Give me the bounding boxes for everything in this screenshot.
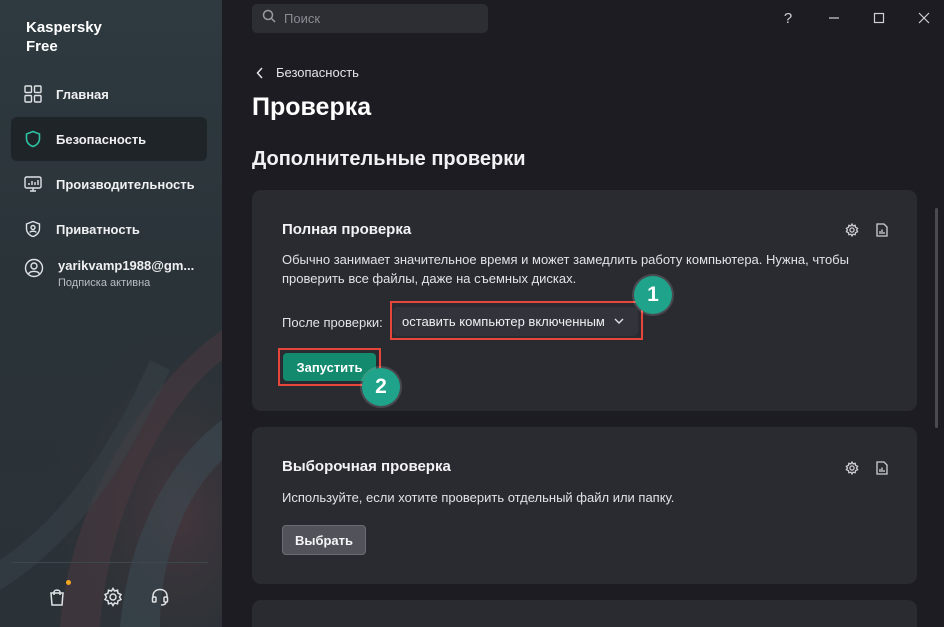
custom-scan-title: Выборочная проверка — [282, 458, 451, 475]
sidebar-item-label: Главная — [56, 86, 109, 102]
notification-dot — [66, 580, 71, 585]
sidebar-divider — [12, 562, 208, 563]
app-brand: Kaspersky Free — [26, 19, 102, 55]
sidebar-item-performance[interactable]: Производительность — [11, 162, 207, 206]
sidebar-item-security[interactable]: Безопасность — [11, 117, 207, 161]
chevron-left-icon — [256, 66, 264, 79]
step-badge-1: 1 — [634, 276, 672, 314]
full-scan-description: Обычно занимает значительное время и мож… — [282, 252, 849, 286]
section-title: Дополнительные проверки — [252, 148, 526, 170]
maximize-button[interactable] — [869, 8, 889, 28]
sidebar-item-label: Приватность — [56, 221, 140, 237]
monitor-gauge-icon — [24, 175, 42, 193]
gear-icon[interactable] — [845, 223, 859, 237]
profile-email: yarikvamp1988@gm... — [58, 258, 195, 273]
scrollbar[interactable] — [935, 208, 938, 428]
page-title: Проверка — [252, 93, 372, 121]
search-box[interactable] — [252, 4, 488, 33]
report-icon[interactable] — [875, 223, 889, 237]
minimize-button[interactable] — [824, 8, 844, 28]
highlight-frame-1 — [390, 301, 643, 340]
after-scan-label: После проверки: — [282, 315, 383, 330]
full-scan-title: Полная проверка — [282, 221, 412, 238]
sidebar: Kaspersky Free Главная Безопасность Прои… — [0, 0, 222, 627]
shield-icon — [24, 130, 42, 148]
grid-icon — [24, 85, 42, 103]
subscription-status: Подписка активна — [58, 277, 151, 289]
step-badge-2: 2 — [362, 368, 400, 406]
profile-account[interactable]: yarikvamp1988@gm... Подписка активна — [24, 258, 194, 289]
full-scan-card: Полная проверка Обычно занимает значител… — [252, 190, 917, 411]
next-scan-card — [252, 600, 917, 627]
sidebar-item-home[interactable]: Главная — [11, 72, 207, 116]
search-icon — [262, 9, 276, 28]
sidebar-item-label: Производительность — [56, 176, 195, 192]
sidebar-item-privacy[interactable]: Приватность — [11, 207, 207, 251]
help-button[interactable]: ? — [778, 8, 798, 28]
search-input[interactable] — [284, 11, 474, 26]
custom-scan-description: Используйте, если хотите проверить отдел… — [282, 490, 675, 505]
breadcrumb[interactable]: Безопасность — [256, 65, 359, 80]
close-button[interactable] — [914, 8, 934, 28]
breadcrumb-label: Безопасность — [276, 65, 359, 80]
sidebar-item-label: Безопасность — [56, 131, 147, 147]
gear-icon[interactable] — [845, 461, 859, 475]
headset-icon[interactable] — [149, 586, 171, 608]
privacy-shield-icon — [24, 220, 42, 238]
choose-button[interactable]: Выбрать — [282, 525, 366, 555]
shopping-bag-icon[interactable] — [46, 586, 68, 608]
report-icon[interactable] — [875, 461, 889, 475]
gear-icon[interactable] — [102, 586, 124, 608]
user-avatar-icon — [24, 258, 44, 283]
custom-scan-card: Выборочная проверка Используйте, если хо… — [252, 427, 917, 584]
